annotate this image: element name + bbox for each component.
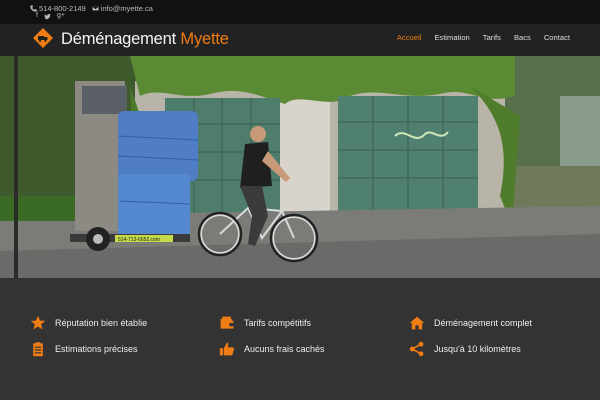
facebook-icon[interactable]: f (36, 12, 38, 20)
google-plus-icon[interactable]: g+ (57, 12, 65, 20)
brand-main: Déménagement (61, 30, 177, 48)
phone-icon (30, 5, 37, 12)
top-bar: 514-800-2149 info@myette.ca f g+ (0, 0, 600, 24)
feature-label: Jusqu'à 10 kilomètres (434, 344, 521, 354)
main-nav: Accueil Estimation Tarifs Bacs Contact (397, 33, 570, 42)
nav-item-accueil[interactable]: Accueil (397, 33, 421, 42)
feature-label: Tarifs compétitifs (244, 318, 312, 328)
header-navbar: Déménagement Myette Accueil Estimation T… (0, 24, 600, 56)
logo-icon[interactable] (33, 28, 53, 48)
feature-reputation: Réputation bien établie (30, 315, 147, 331)
clipboard-icon (33, 342, 43, 357)
trailer-phone-text: 514-713-6652.com (118, 237, 160, 243)
feature-label: Aucuns frais cachés (244, 344, 325, 354)
brand-name[interactable]: Déménagement Myette (61, 30, 229, 49)
twitter-icon[interactable] (44, 13, 51, 20)
features-section: Réputation bien établie Tarifs compétiti… (0, 278, 600, 400)
feature-label: Réputation bien établie (55, 318, 148, 328)
nav-item-tarifs[interactable]: Tarifs (483, 33, 501, 42)
hero-image: 514-713-6652.com (0, 56, 600, 278)
envelope-icon (91, 6, 99, 11)
feature-complet: Déménagement complet (409, 315, 532, 331)
feature-estimations: Estimations précises (30, 341, 138, 357)
nav-item-estimation[interactable]: Estimation (434, 33, 469, 42)
social-links: f g+ (36, 12, 65, 20)
brand-accent: Myette (180, 30, 229, 48)
nav-item-contact[interactable]: Contact (544, 33, 570, 42)
feature-label: Déménagement complet (434, 318, 533, 328)
feature-kilometres: Jusqu'à 10 kilomètres (409, 341, 521, 357)
home-icon (409, 316, 425, 330)
wallet-icon (220, 316, 234, 329)
feature-frais: Aucuns frais cachés (219, 341, 325, 357)
star-icon (30, 315, 46, 330)
email-contact[interactable]: info@myette.ca (91, 4, 153, 13)
email-address: info@myette.ca (100, 4, 153, 13)
thumbs-up-icon (219, 342, 235, 356)
nav-item-bacs[interactable]: Bacs (514, 33, 531, 42)
share-icon (409, 341, 424, 357)
feature-label: Estimations précises (55, 344, 138, 354)
feature-tarifs: Tarifs compétitifs (219, 315, 311, 331)
